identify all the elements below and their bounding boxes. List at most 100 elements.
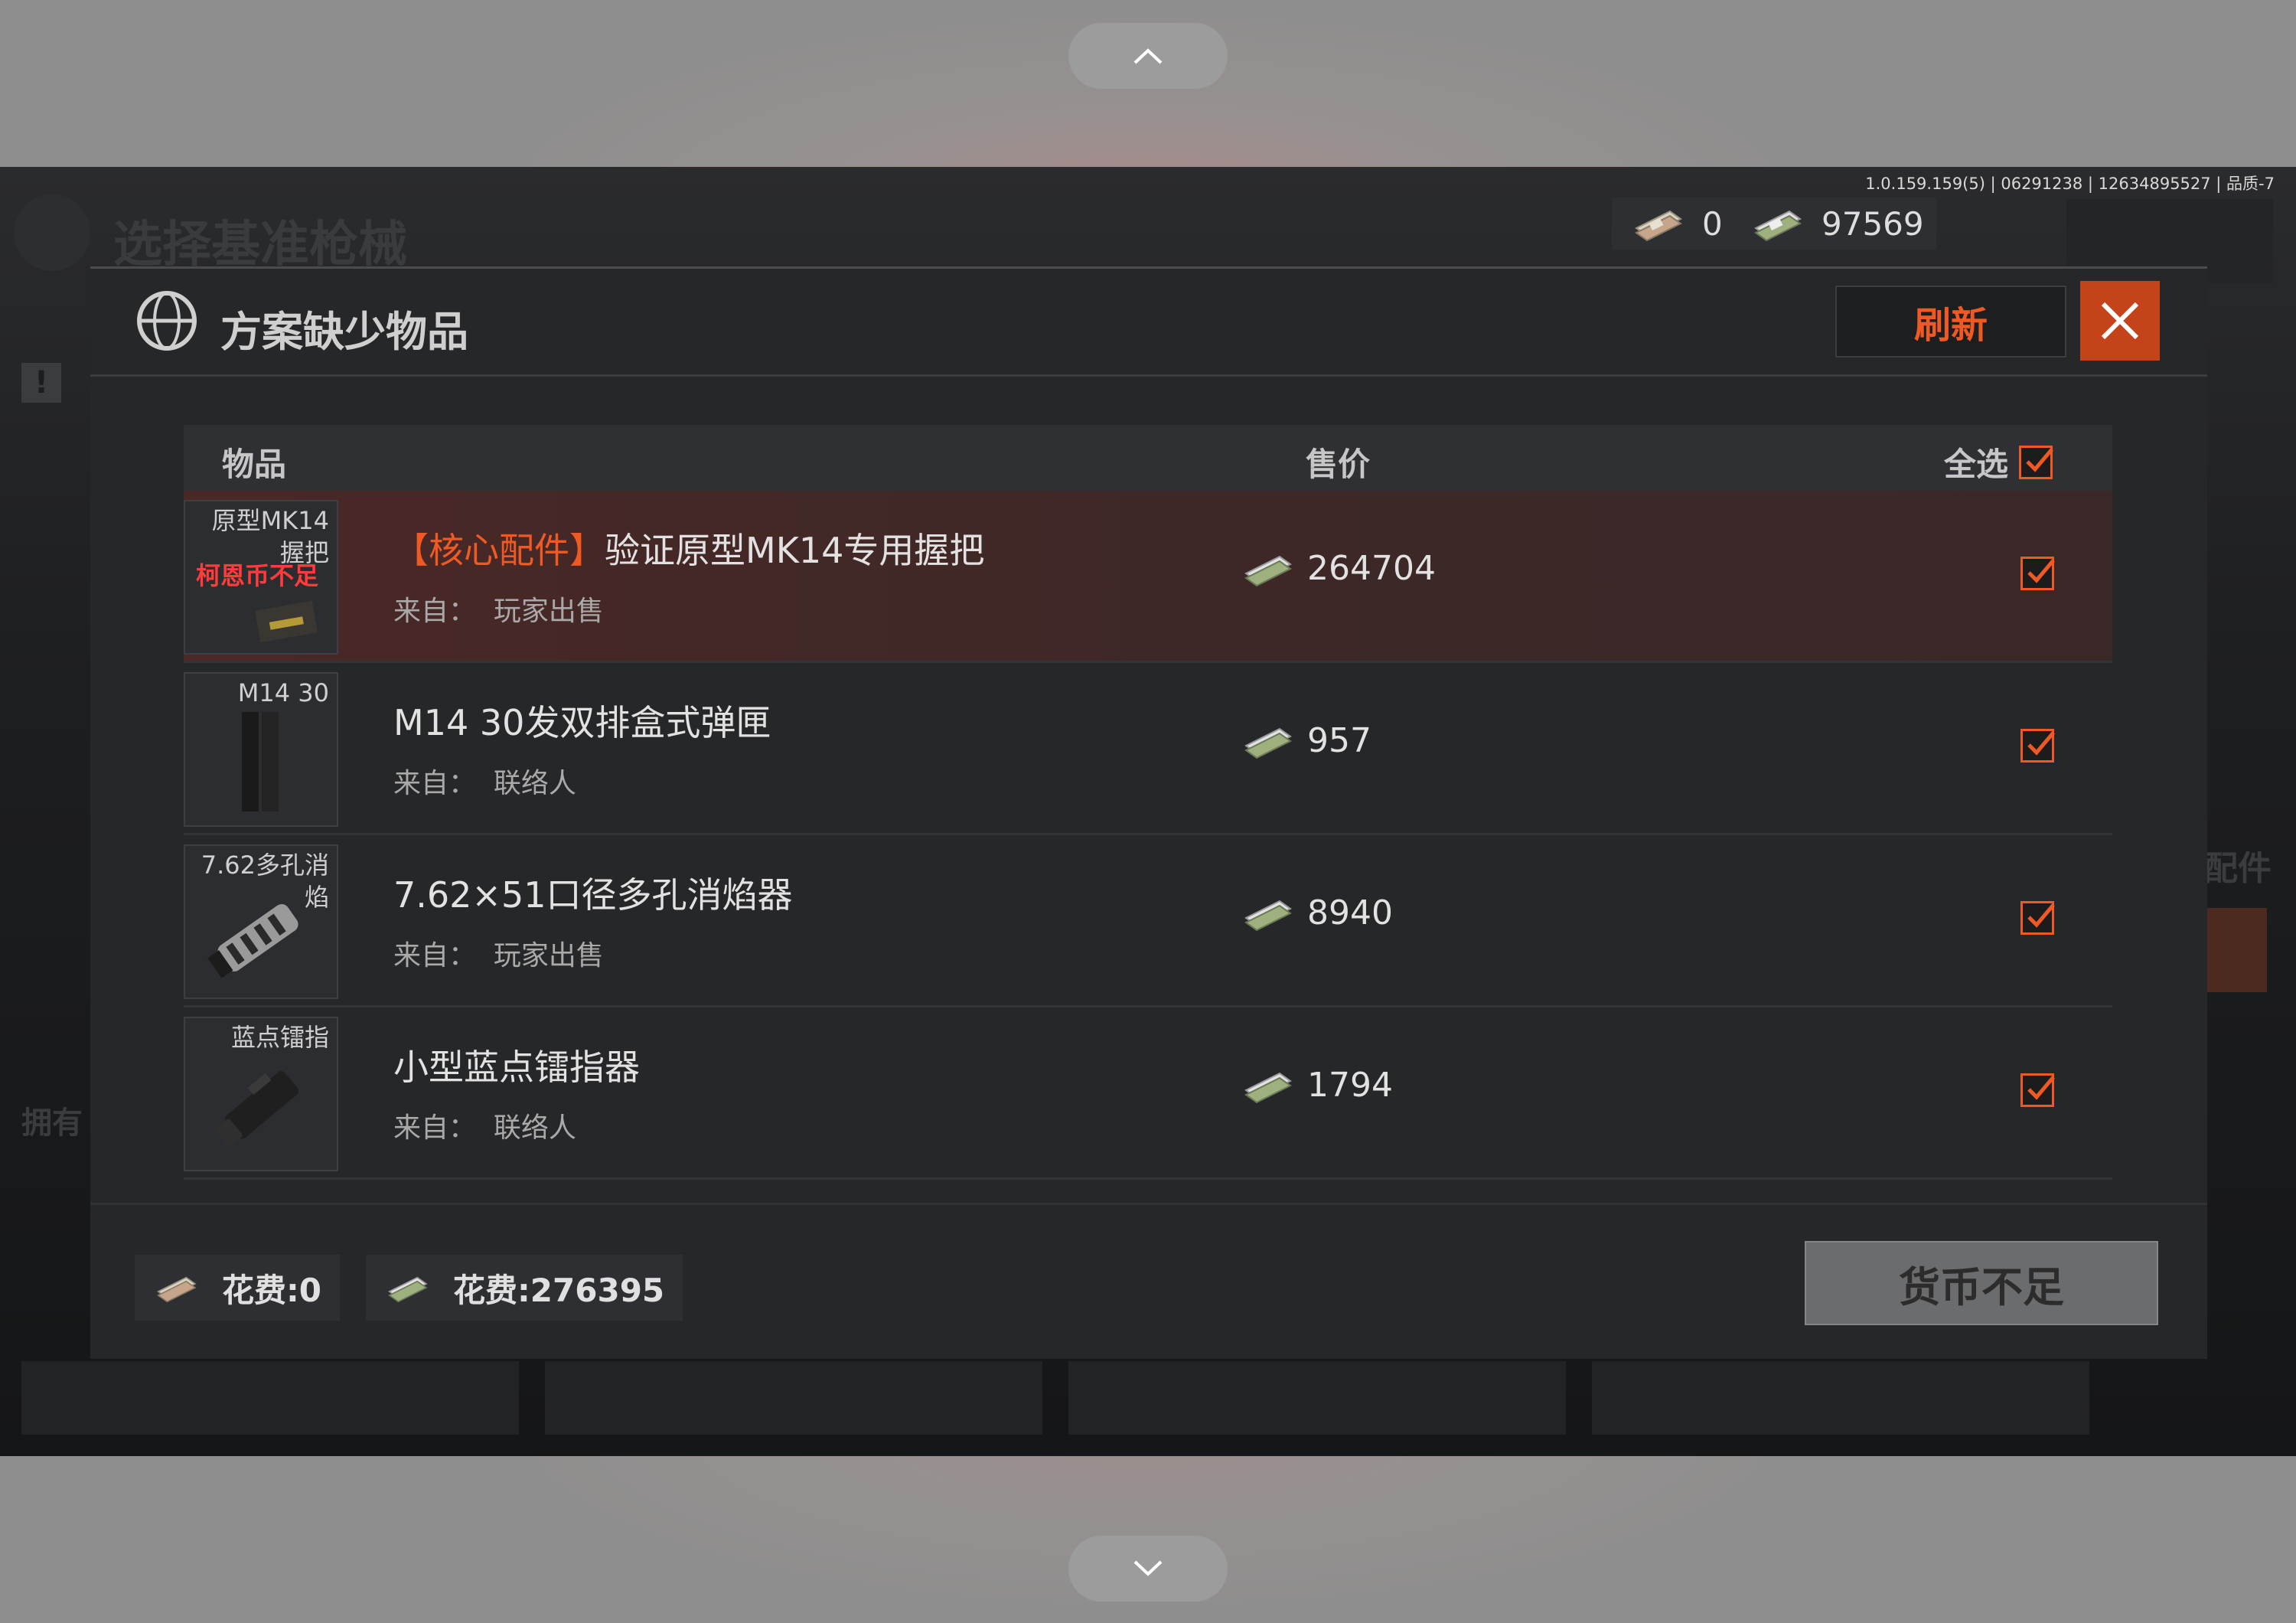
item-checkbox[interactable] [2020, 901, 2055, 935]
insufficient-coins-warning: 柯恩币不足 [196, 561, 319, 590]
money-balance: 97569 [1731, 198, 1936, 250]
magazine-image [242, 712, 279, 812]
coin-cost: 花费:0 [135, 1255, 341, 1321]
background-slot [545, 1361, 1042, 1435]
missing-items-dialog: 方案缺少物品 刷新 物品 售价 全选 原型MK14握把 柯恩币不足 【核心配件】… [90, 266, 2207, 1359]
items-table: 物品 售价 全选 原型MK14握把 柯恩币不足 【核心配件】验证原型MK14专用… [184, 425, 2112, 1180]
item-name: 7.62×51口径多孔消焰器 [393, 867, 793, 918]
item-source: 来自： 玩家出售 [393, 589, 604, 629]
item-source: 来自： 联络人 [393, 1105, 576, 1145]
chevron-down-icon [1133, 1560, 1163, 1576]
core-part-tag: 【核心配件】 [393, 530, 605, 571]
money-icon [1244, 555, 1292, 586]
item-name: 【核心配件】验证原型MK14专用握把 [393, 523, 984, 573]
column-header-item: 物品 [222, 446, 287, 483]
select-all-control[interactable]: 全选 [1944, 439, 2053, 485]
close-button[interactable] [2080, 281, 2160, 361]
item-checkbox[interactable] [2020, 557, 2055, 590]
money-icon [1244, 727, 1292, 759]
source-value: 联络人 [493, 768, 576, 799]
item-thumbnail-label: 蓝点镭指 [230, 1023, 329, 1052]
checkmark-icon [2027, 731, 2055, 756]
item-thumbnail: 原型MK14握把 柯恩币不足 [184, 500, 338, 655]
accessory-tab-label: 配件 [2204, 849, 2272, 888]
close-icon [2101, 302, 2139, 340]
table-header: 物品 售价 全选 [184, 425, 2112, 491]
coin-balance-value: 0 [1702, 204, 1723, 243]
globe-icon [137, 291, 197, 351]
item-price: 957 [1240, 721, 1371, 760]
scroll-up-button[interactable] [1068, 23, 1228, 89]
game-screen: 选择基准枪械 ! 拥有 配件 1.0.159.159(5) | 06291238… [0, 167, 2296, 1456]
item-price: 8940 [1240, 893, 1393, 932]
globe-icon [14, 194, 90, 271]
item-thumbnail-label: M14 30 [237, 678, 329, 707]
source-label: 来自： [393, 1112, 477, 1144]
source-value: 联络人 [493, 1112, 576, 1144]
laser-sight-image [216, 1071, 299, 1146]
item-name-text: 验证原型MK14专用握把 [605, 530, 985, 571]
item-source: 来自： 联络人 [393, 761, 576, 801]
item-thumbnail: 7.62多孔消焰 [184, 844, 338, 999]
top-blur-band [0, 0, 2296, 167]
source-value: 玩家出售 [493, 596, 604, 627]
refresh-button[interactable]: 刷新 [1835, 286, 2066, 358]
bottom-blur-band [0, 1456, 2296, 1623]
checkmark-icon [2027, 559, 2055, 583]
background-slot [1592, 1361, 2089, 1435]
chevron-up-icon [1133, 48, 1163, 64]
item-price-value: 264704 [1307, 549, 1436, 588]
version-text: 1.0.159.159(5) | 06291238 | 12634895527 … [1865, 175, 2275, 193]
item-source: 来自： 玩家出售 [393, 933, 604, 973]
table-row[interactable]: 原型MK14握把 柯恩币不足 【核心配件】验证原型MK14专用握把 来自： 玩家… [184, 491, 2112, 663]
item-price-value: 1794 [1307, 1066, 1393, 1105]
item-thumbnail-label: 7.62多孔消焰 [201, 851, 329, 912]
money-icon [1754, 210, 1802, 242]
source-label: 来自： [393, 768, 477, 799]
background-slot [1068, 1361, 1566, 1435]
checkmark-icon [2027, 1076, 2055, 1100]
scroll-down-button[interactable] [1068, 1536, 1228, 1602]
table-row[interactable]: 蓝点镭指 小型蓝点镭指器 来自： 联络人 1794 [184, 1007, 2112, 1180]
money-balance-value: 97569 [1821, 204, 1924, 243]
checkmark-icon [2027, 903, 2055, 928]
item-price: 264704 [1240, 549, 1436, 588]
item-name-text: 小型蓝点镭指器 [393, 1047, 640, 1088]
source-value: 玩家出售 [493, 940, 604, 972]
item-checkbox[interactable] [2020, 1073, 2055, 1107]
item-thumbnail: 蓝点镭指 [184, 1017, 338, 1171]
item-price-value: 957 [1307, 721, 1371, 760]
source-label: 来自： [393, 596, 477, 627]
coin-balance: 0 [1612, 198, 1735, 250]
select-all-label: 全选 [1944, 446, 2009, 483]
background-slot [21, 1361, 519, 1435]
accessory-button [2203, 908, 2267, 992]
money-icon [1635, 210, 1682, 242]
checkmark-icon [2026, 447, 2053, 472]
dialog-header: 方案缺少物品 刷新 [90, 269, 2207, 377]
insufficient-funds-button[interactable]: 货币不足 [1805, 1241, 2158, 1325]
item-checkbox[interactable] [2020, 729, 2055, 763]
money-cost: 花费:276395 [366, 1255, 683, 1321]
grip-image [254, 600, 318, 643]
source-label: 来自： [393, 940, 477, 972]
table-row[interactable]: M14 30 M14 30发双排盒式弹匣 来自： 联络人 957 [184, 663, 2112, 835]
item-name: M14 30发双排盒式弹匣 [393, 695, 771, 746]
dialog-title: 方案缺少物品 [220, 308, 468, 356]
item-price-value: 8940 [1307, 893, 1393, 932]
footer-divider [90, 1203, 2207, 1205]
money-icon [157, 1276, 197, 1303]
column-header-price: 售价 [1306, 446, 1371, 483]
alert-icon: ! [21, 363, 61, 403]
money-icon [1244, 900, 1292, 931]
item-price: 1794 [1240, 1066, 1393, 1105]
table-row[interactable]: 7.62多孔消焰 7.62×51口径多孔消焰器 来自： 玩家出售 8940 [184, 835, 2112, 1007]
item-thumbnail: M14 30 [184, 672, 338, 827]
owned-label: 拥有 [21, 1105, 83, 1141]
background-title: 选择基准枪械 [113, 217, 407, 273]
item-name-text: 7.62×51口径多孔消焰器 [393, 874, 793, 916]
money-cost-value: 花费:276395 [453, 1271, 665, 1309]
item-name: 小型蓝点镭指器 [393, 1040, 640, 1090]
select-all-checkbox[interactable] [2019, 445, 2053, 479]
item-name-text: M14 30发双排盒式弹匣 [393, 702, 771, 743]
